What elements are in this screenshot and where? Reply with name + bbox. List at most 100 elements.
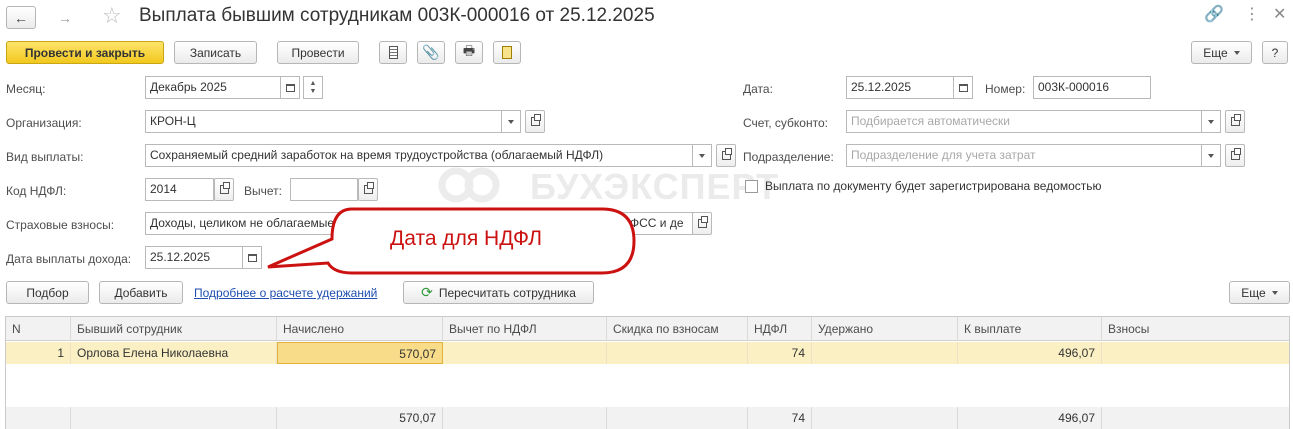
open-icon <box>363 182 374 194</box>
insurance-open-button[interactable] <box>692 212 712 235</box>
cell-withheld[interactable] <box>812 342 958 364</box>
dropdown-arrow-icon <box>1208 153 1214 158</box>
cell-discount[interactable] <box>607 342 748 364</box>
back-button[interactable]: ← <box>6 6 36 29</box>
save-button[interactable]: Записать <box>174 41 257 64</box>
grid-more-button[interactable]: Еще <box>1229 281 1290 304</box>
recalculate-button[interactable]: ⟳ Пересчитать сотрудника <box>403 281 594 304</box>
ndfl-code-input[interactable]: 2014 <box>145 178 214 201</box>
account-label: Счет, субконто: <box>743 116 828 130</box>
statement-checkbox[interactable] <box>745 180 758 193</box>
watermark-text: БУХЭКСПЕРТ <box>530 166 780 207</box>
ndfl-code-open-button[interactable] <box>214 178 234 201</box>
account-input[interactable]: Подбирается автоматически <box>846 110 1202 133</box>
report-button[interactable] <box>493 41 521 64</box>
number-label: Номер: <box>985 82 1026 96</box>
arrow-left-icon: ← <box>14 9 28 26</box>
payment-type-input[interactable]: Сохраняемый средний заработок на время т… <box>145 144 693 167</box>
forward-button[interactable]: → <box>50 6 80 29</box>
organization-input[interactable]: КРОН-Ц <box>145 110 502 133</box>
col-header-discount[interactable]: Скидка по взносам <box>607 317 748 341</box>
footer-discount <box>607 407 748 429</box>
footer-ndfl-total: 74 <box>748 407 812 429</box>
account-open-button[interactable] <box>1225 110 1245 133</box>
menu-dots-icon[interactable]: ⋮ <box>1244 4 1260 24</box>
attach-button[interactable]: 📎 <box>417 41 445 64</box>
division-dropdown-button[interactable] <box>1201 144 1221 167</box>
date-label: Дата: <box>743 82 773 96</box>
watermark-logo <box>438 165 500 205</box>
open-icon <box>721 148 732 160</box>
printer-icon: 🖶 <box>462 42 476 58</box>
dropdown-arrow-icon <box>699 153 705 158</box>
cell-employee[interactable]: Орлова Елена Николаевна <box>71 342 277 364</box>
income-date-calendar-button[interactable] <box>242 246 262 269</box>
post-button[interactable]: Провести <box>277 41 359 64</box>
payment-type-dropdown-button[interactable] <box>692 144 712 167</box>
cell-n[interactable]: 1 <box>6 342 71 364</box>
cell-to-pay[interactable]: 496,07 <box>958 342 1102 364</box>
report-icon <box>502 46 512 59</box>
dropdown-arrow-icon <box>1208 119 1214 124</box>
insurance-label: Страховые взносы: <box>6 218 115 232</box>
cell-accrued[interactable]: 570,07 <box>277 342 443 364</box>
footer-contributions <box>1102 407 1289 429</box>
print-button[interactable]: 🖶 <box>455 41 483 64</box>
division-input[interactable]: Подразделение для учета затрат <box>846 144 1202 167</box>
calendar-icon <box>247 253 257 262</box>
step-down-icon: ▼ <box>309 87 317 95</box>
col-header-employee[interactable]: Бывший сотрудник <box>71 317 277 341</box>
favorite-star-icon[interactable]: ☆ <box>102 3 122 29</box>
journal-button[interactable] <box>379 41 407 64</box>
organization-open-button[interactable] <box>525 110 545 133</box>
col-header-withheld[interactable]: Удержано <box>812 317 958 341</box>
number-input[interactable]: 003К-000016 <box>1033 76 1151 99</box>
month-input[interactable]: Декабрь 2025 <box>145 76 281 99</box>
help-button[interactable]: ? <box>1262 41 1288 64</box>
post-and-close-button[interactable]: Провести и закрыть <box>6 41 164 64</box>
footer-to-pay-total: 496,07 <box>958 407 1102 429</box>
refresh-icon: ⟳ <box>421 284 433 300</box>
open-icon <box>530 114 541 126</box>
income-date-input[interactable]: 25.12.2025 <box>145 246 243 269</box>
add-button[interactable]: Добавить <box>99 281 183 304</box>
col-header-ndfl-deduction[interactable]: Вычет по НДФЛ <box>443 317 607 341</box>
date-input[interactable]: 25.12.2025 <box>846 76 954 99</box>
chevron-down-icon <box>1233 50 1240 55</box>
grid-more-label: Еще <box>1241 285 1266 300</box>
dropdown-arrow-icon <box>508 119 514 124</box>
close-icon[interactable]: ✕ <box>1273 4 1286 24</box>
deduction-input[interactable] <box>290 178 358 201</box>
cell-contributions[interactable] <box>1102 342 1289 364</box>
col-header-contributions[interactable]: Взносы <box>1102 317 1289 341</box>
month-stepper[interactable]: ▲ ▼ <box>303 76 323 99</box>
footer-accrued-total: 570,07 <box>277 407 443 429</box>
col-header-ndfl[interactable]: НДФЛ <box>748 317 812 341</box>
organization-dropdown-button[interactable] <box>501 110 521 133</box>
date-calendar-button[interactable] <box>953 76 973 99</box>
col-header-accrued[interactable]: Начислено <box>277 317 443 341</box>
calendar-icon <box>285 83 295 92</box>
cell-ndfl-deduction[interactable] <box>443 342 607 364</box>
footer-n <box>6 407 71 429</box>
recalculate-label: Пересчитать сотрудника <box>438 285 576 300</box>
cell-ndfl[interactable]: 74 <box>748 342 812 364</box>
open-icon <box>1230 114 1241 126</box>
callout-text: Дата для НДФЛ <box>390 227 543 250</box>
month-label: Месяц: <box>6 82 46 96</box>
details-link[interactable]: Подробнее о расчете удержаний <box>194 286 377 300</box>
division-open-button[interactable] <box>1225 144 1245 167</box>
month-calendar-button[interactable] <box>280 76 300 99</box>
col-header-n[interactable]: N <box>6 317 71 341</box>
more-label: Еще <box>1203 45 1228 60</box>
col-header-to-pay[interactable]: К выплате <box>958 317 1102 341</box>
pick-button[interactable]: Подбор <box>6 281 89 304</box>
arrow-right-icon: → <box>58 9 72 26</box>
more-menu-button[interactable]: Еще <box>1191 41 1252 64</box>
calendar-icon <box>958 83 968 92</box>
paperclip-icon: 📎 <box>422 44 440 60</box>
link-icon[interactable]: 🔗 <box>1204 4 1224 24</box>
payment-type-open-button[interactable] <box>716 144 736 167</box>
deduction-open-button[interactable] <box>358 178 378 201</box>
account-dropdown-button[interactable] <box>1201 110 1221 133</box>
